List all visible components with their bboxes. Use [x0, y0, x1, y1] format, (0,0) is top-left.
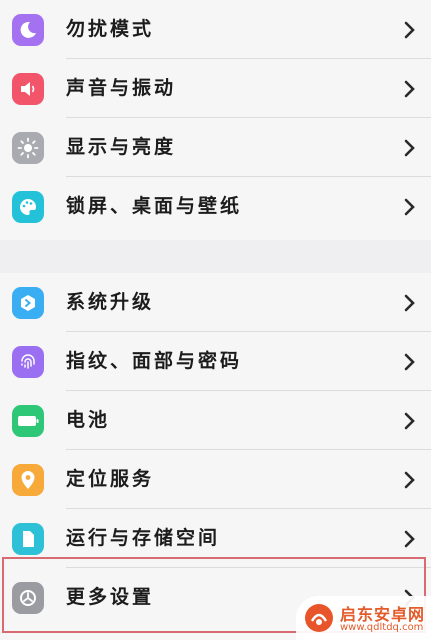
- settings-row-label: 勿扰模式: [66, 18, 155, 40]
- settings-group-1: 勿扰模式 声音与振动 显示与亮度 锁屏、桌面与壁纸: [0, 0, 431, 240]
- watermark-logo-icon: [305, 604, 333, 632]
- settings-row-lockscreen-wallpaper[interactable]: 锁屏、桌面与壁纸: [0, 177, 431, 236]
- gear-icon: [12, 582, 44, 614]
- settings-row-sound-vibration[interactable]: 声音与振动: [0, 59, 431, 118]
- storage-icon: [12, 523, 44, 555]
- location-pin-icon: [12, 464, 44, 496]
- chevron-right-icon: [404, 21, 415, 39]
- settings-row-running-storage[interactable]: 运行与存储空间: [0, 509, 431, 568]
- chevron-right-icon: [404, 198, 415, 216]
- palette-icon: [12, 191, 44, 223]
- settings-group-2: 系统升级 指纹、面部与密码 电池 定位服务 运行与存储空间 更多设置: [0, 273, 431, 640]
- moon-icon: [12, 14, 44, 46]
- chevron-right-icon: [404, 412, 415, 430]
- settings-row-label: 显示与亮度: [66, 136, 177, 158]
- settings-row-label: 更多设置: [66, 586, 155, 608]
- settings-row-location-services[interactable]: 定位服务: [0, 450, 431, 509]
- settings-row-system-update[interactable]: 系统升级: [0, 273, 431, 332]
- settings-row-battery[interactable]: 电池: [0, 391, 431, 450]
- settings-row-label: 系统升级: [66, 291, 155, 313]
- settings-row-label: 指纹、面部与密码: [66, 350, 243, 372]
- chevron-right-icon: [404, 471, 415, 489]
- fingerprint-icon: [12, 346, 44, 378]
- settings-row-label: 运行与存储空间: [66, 527, 221, 549]
- settings-row-do-not-disturb[interactable]: 勿扰模式: [0, 0, 431, 59]
- speaker-icon: [12, 73, 44, 105]
- settings-row-label: 电池: [66, 409, 111, 431]
- chevron-right-icon: [404, 353, 415, 371]
- settings-row-fingerprint-face-password[interactable]: 指纹、面部与密码: [0, 332, 431, 391]
- settings-row-label: 锁屏、桌面与壁纸: [66, 195, 243, 217]
- settings-row-label: 声音与振动: [66, 77, 177, 99]
- chevron-right-icon: [404, 80, 415, 98]
- chevron-right-icon: [404, 139, 415, 157]
- sun-icon: [12, 132, 44, 164]
- chevron-right-icon: [404, 530, 415, 548]
- watermark-url: www.qdltdq.com: [340, 622, 424, 633]
- chevron-right-icon: [404, 294, 415, 312]
- watermark-badge: 启东安卓网 www.qdltdq.com: [296, 596, 431, 640]
- settings-row-label: 定位服务: [66, 468, 155, 490]
- battery-icon: [12, 405, 44, 437]
- system-update-icon: [12, 287, 44, 319]
- settings-row-display-brightness[interactable]: 显示与亮度: [0, 118, 431, 177]
